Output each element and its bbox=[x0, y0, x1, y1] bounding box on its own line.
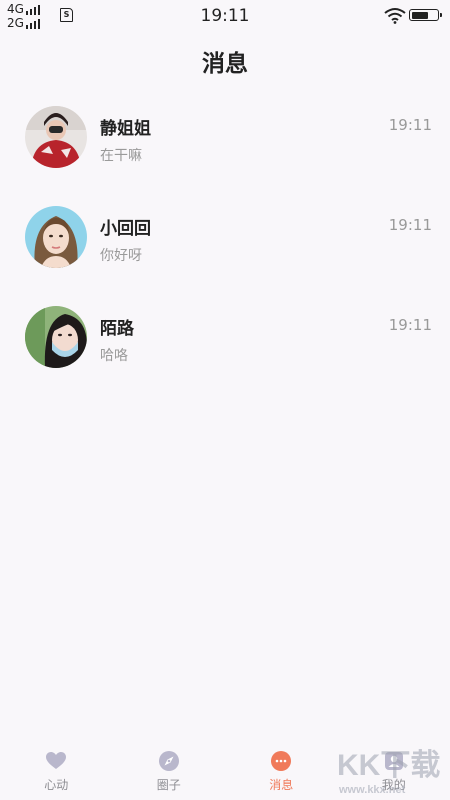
contact-name: 陌路 bbox=[100, 319, 134, 339]
message-preview: 哈咯 bbox=[100, 348, 128, 364]
chat-bubble-icon bbox=[271, 751, 292, 771]
tab-messages[interactable]: 消息 bbox=[225, 742, 338, 800]
message-time: 19:11 bbox=[388, 216, 432, 234]
tab-mine[interactable]: 我的 bbox=[338, 742, 450, 800]
avatar[interactable] bbox=[25, 306, 87, 368]
wifi-icon bbox=[384, 8, 406, 24]
tab-label: 心动 bbox=[44, 778, 69, 792]
conversation-item[interactable]: 静姐姐 19:11 在干嘛 bbox=[0, 92, 450, 192]
messages-screen: 4G 2G S 19:11 消息 静姐姐 19:11 在干嘛 小回回 19:11… bbox=[0, 0, 450, 800]
contact-name: 静姐姐 bbox=[100, 119, 151, 139]
avatar[interactable] bbox=[25, 206, 87, 268]
page-title: 消息 bbox=[202, 51, 248, 77]
conversation-list: 静姐姐 19:11 在干嘛 小回回 19:11 你好呀 陌路 19:11 哈咯 bbox=[0, 92, 450, 392]
conversation-item[interactable]: 小回回 19:11 你好呀 bbox=[0, 192, 450, 292]
message-preview: 你好呀 bbox=[100, 248, 142, 264]
battery-icon bbox=[409, 9, 442, 21]
heart-icon bbox=[46, 752, 67, 769]
conversation-item[interactable]: 陌路 19:11 哈咯 bbox=[0, 292, 450, 392]
profile-icon bbox=[384, 752, 403, 770]
contact-name: 小回回 bbox=[100, 219, 151, 239]
message-preview: 在干嘛 bbox=[100, 148, 142, 164]
tab-circle[interactable]: 圈子 bbox=[113, 742, 226, 800]
bottom-tab-bar: 心动 圈子 消息 我的 bbox=[0, 742, 450, 800]
avatar[interactable] bbox=[25, 106, 87, 168]
message-time: 19:11 bbox=[388, 316, 432, 334]
status-bar: 4G 2G S 19:11 bbox=[0, 0, 450, 32]
message-time: 19:11 bbox=[388, 116, 432, 134]
tab-heart[interactable]: 心动 bbox=[0, 742, 113, 800]
status-clock: 19:11 bbox=[200, 6, 250, 26]
tab-label: 我的 bbox=[381, 778, 406, 792]
tab-label: 消息 bbox=[269, 778, 294, 792]
battery-level-fill bbox=[411, 11, 429, 19]
tab-label: 圈子 bbox=[156, 778, 181, 792]
compass-icon bbox=[158, 751, 179, 771]
